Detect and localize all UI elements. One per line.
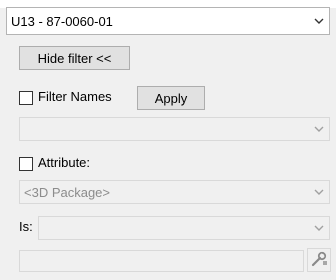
hide-filter-button[interactable]: Hide filter << <box>19 46 130 70</box>
attribute-combo[interactable]: <3D Package> <box>19 180 330 204</box>
is-label: Is: <box>19 219 33 234</box>
chevron-down-icon <box>309 118 329 140</box>
apply-button[interactable]: Apply <box>137 86 205 110</box>
filter-names-checkbox[interactable] <box>19 91 33 105</box>
pick-button[interactable] <box>307 248 331 272</box>
chevron-down-icon <box>309 8 329 34</box>
filter-names-label: Filter Names <box>38 89 112 104</box>
object-selector-value: U13 - 87-0060-01 <box>11 13 113 29</box>
object-selector-combo[interactable]: U13 - 87-0060-01 <box>6 7 330 35</box>
is-combo[interactable] <box>38 216 330 240</box>
attribute-checkbox[interactable] <box>19 157 33 171</box>
attribute-label: Attribute: <box>38 155 91 170</box>
wrench-pick-icon <box>310 250 328 271</box>
names-combo[interactable] <box>19 117 330 141</box>
hide-filter-label: Hide filter << <box>37 50 112 66</box>
apply-label: Apply <box>154 90 188 106</box>
chevron-down-icon <box>309 181 329 203</box>
value-field[interactable] <box>19 250 304 272</box>
attribute-combo-value: <3D Package> <box>24 184 111 200</box>
chevron-down-icon <box>309 217 329 239</box>
